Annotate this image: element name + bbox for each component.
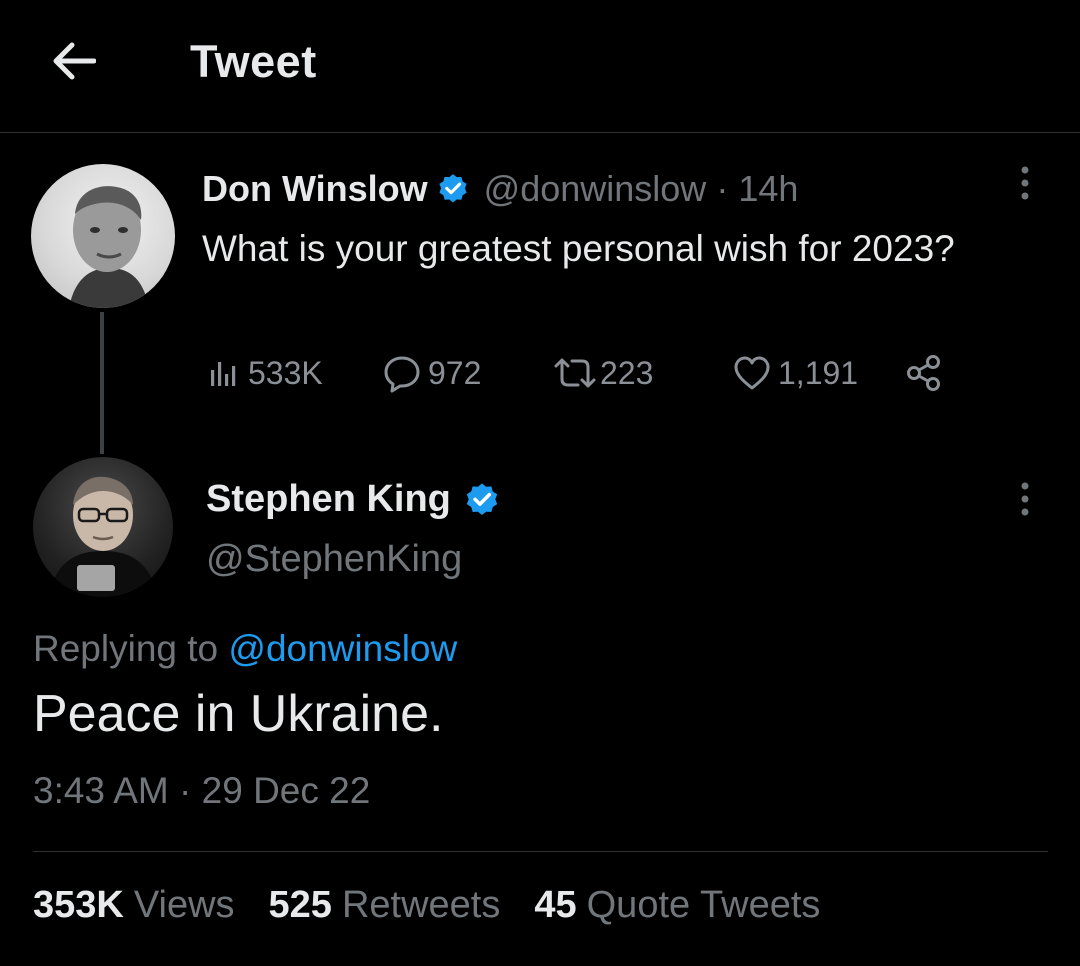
retweet-icon [554,358,596,388]
more-vertical-icon [1021,166,1029,200]
parent-tweet-header: Don Winslow @donwinslow · 14h [202,168,798,210]
retweets-stat[interactable]: 525 Retweets [269,884,501,927]
reply-button[interactable]: 972 [382,348,481,398]
verified-badge-icon [463,481,501,519]
quotes-label: Quote Tweets [586,884,821,926]
author-name[interactable]: Stephen King [206,478,451,521]
like-count: 1,191 [778,354,859,391]
replying-to-line: Replying to @donwinslow [33,628,457,670]
share-button[interactable] [904,348,944,398]
more-options-button[interactable] [1010,476,1040,522]
main-tweet-text: Peace in Ukraine. [33,685,444,743]
avatar-portrait [69,186,149,308]
tweet-stats: 353K Views 525 Retweets 45 Quote Tweets [33,884,854,927]
divider [33,851,1048,852]
tweet-time[interactable]: 14h [738,168,798,210]
retweets-count: 525 [268,884,332,926]
page-title: Tweet [190,36,317,87]
avatar-stephen-king[interactable] [33,457,173,597]
author-handle[interactable]: @donwinslow [484,168,707,210]
quotes-count: 45 [534,884,577,926]
retweet-button[interactable]: 223 [552,348,653,398]
views-stat[interactable]: 353K Views [33,884,235,927]
tweet-timestamp[interactable]: 3:43 AM · 29 Dec 22 [33,770,370,812]
retweets-label: Retweets [341,884,501,926]
thread-connector-line [100,312,104,454]
author-name[interactable]: Don Winslow [202,168,428,210]
author-handle[interactable]: @StephenKing [206,538,462,581]
meta-separator: · [716,168,729,209]
views-button[interactable]: 533K [206,348,323,398]
parent-tweet-text: What is your greatest personal wish for … [202,228,955,269]
quote-tweets-stat[interactable]: 45 Quote Tweets [534,884,820,927]
analytics-icon [211,362,236,386]
views-count: 353K [33,884,124,926]
more-vertical-icon [1021,482,1029,516]
tweet-date: 29 Dec 22 [201,770,371,811]
arrow-left-icon [53,42,96,80]
tweet-time: 3:43 AM [33,770,169,811]
heart-icon [734,356,770,390]
mention-link[interactable]: @donwinslow [228,628,457,669]
back-button[interactable] [46,38,100,84]
top-bar: Tweet [0,0,1080,133]
more-options-button[interactable] [1010,160,1040,206]
like-button[interactable]: 1,191 [732,348,858,398]
share-icon [907,355,940,391]
avatar-portrait [49,476,157,597]
replying-prefix: Replying to [33,628,219,669]
avatar-don-winslow[interactable] [31,164,175,308]
main-tweet-header: Stephen King [206,478,501,521]
verified-badge-icon [436,172,470,206]
views-count: 533K [248,354,323,391]
reply-count: 972 [428,354,482,391]
retweet-count: 223 [600,354,654,391]
reply-icon [384,356,420,393]
views-label: Views [133,884,235,926]
meta-separator: · [179,770,192,811]
